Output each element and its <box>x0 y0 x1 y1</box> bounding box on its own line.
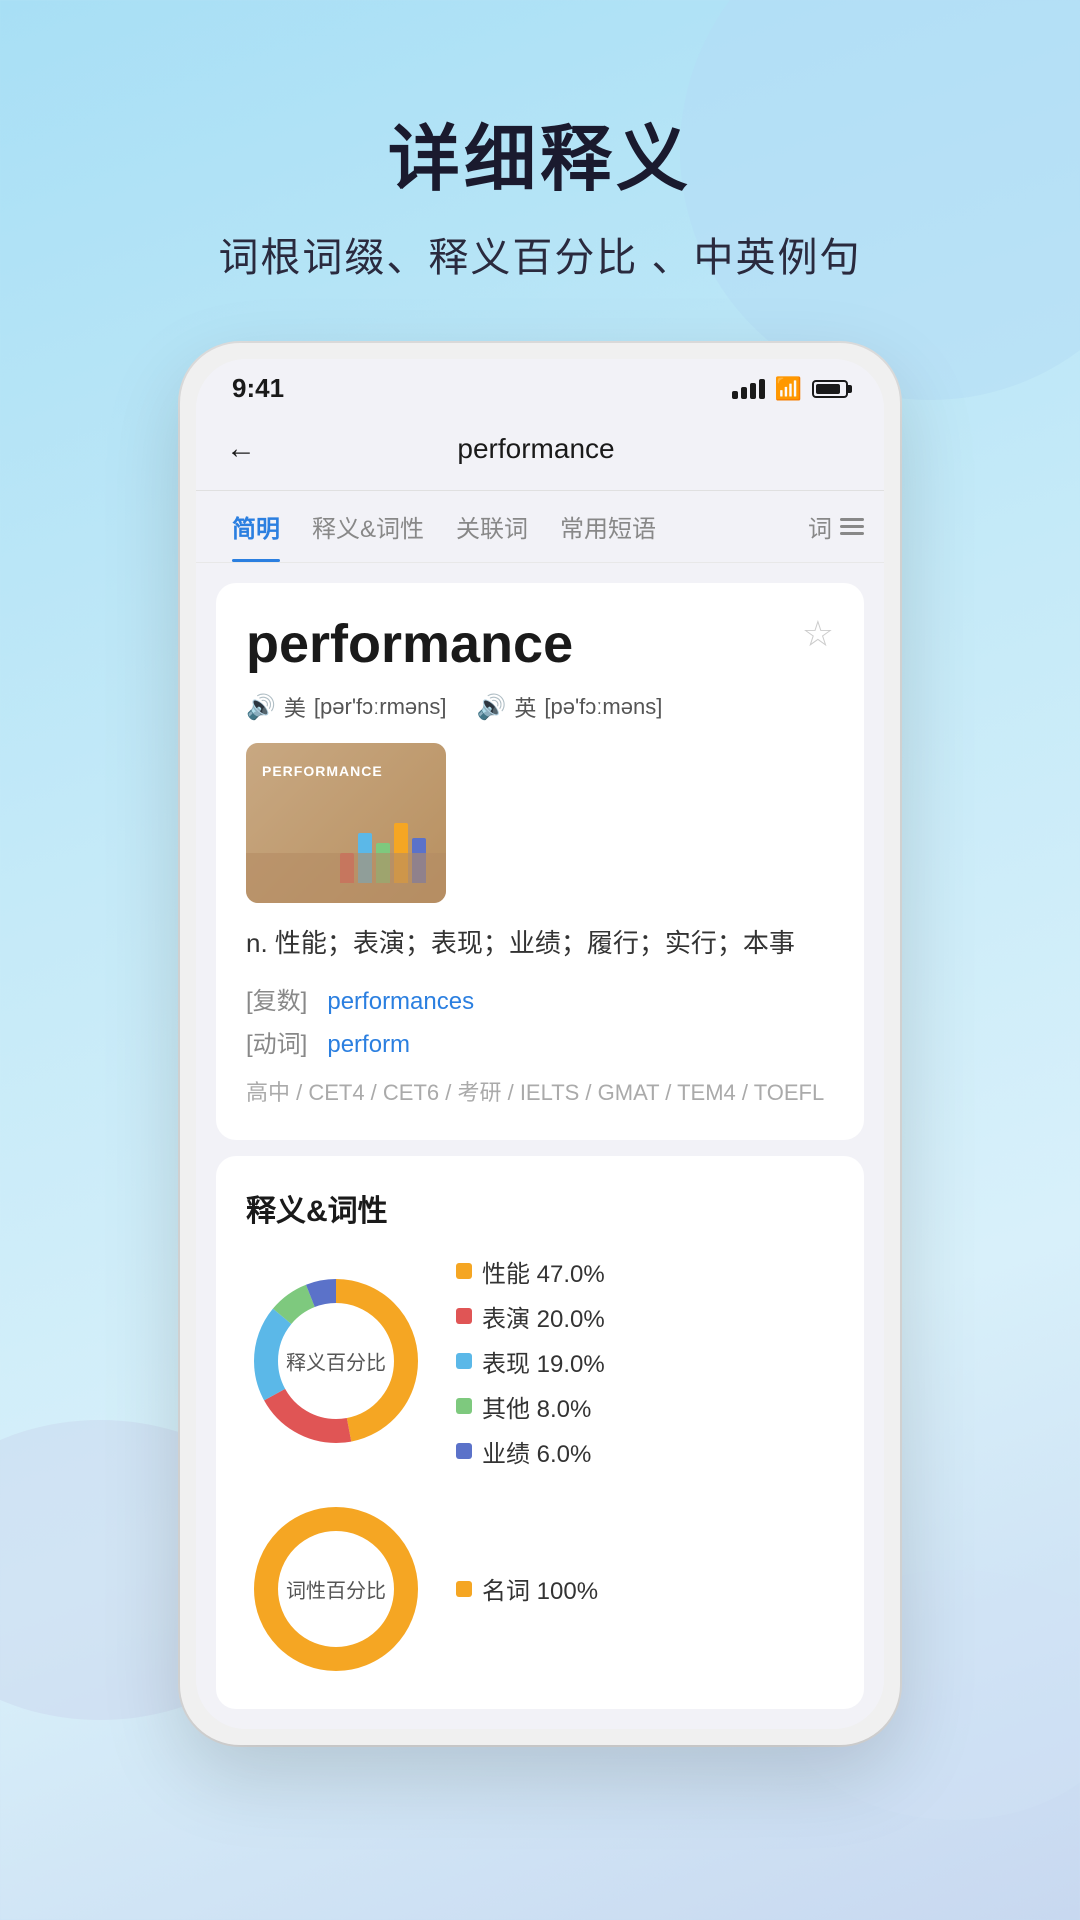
legend-label-3: 其他 8.0% <box>482 1389 591 1424</box>
page-title: 详细释义 <box>0 100 1080 205</box>
verb-link[interactable]: perform <box>327 1031 410 1058</box>
signal-icon <box>732 379 765 399</box>
speaker-us-icon[interactable]: 🔊 <box>246 693 276 722</box>
tab-ci-label: 词 <box>808 509 832 544</box>
hand-shape <box>246 853 446 903</box>
donut-chart-1-section: 释义百分比 性能 47.0% 表演 20.0% <box>246 1254 834 1469</box>
legend-item-3: 其他 8.0% <box>456 1389 605 1424</box>
pronunciation-us-flag: 美 <box>284 691 306 723</box>
legend-dot-3 <box>456 1398 472 1414</box>
nav-title: performance <box>268 433 804 465</box>
tab-yiyi[interactable]: 释义&词性 <box>296 491 440 562</box>
verb-bracket: [动词] <box>246 1031 307 1058</box>
phone-mockup: 9:41 📶 ← performance <box>180 343 900 1745</box>
phone-container: 9:41 📶 ← performance <box>0 343 1080 1745</box>
word-forms: [复数] performances [动词] perform <box>246 981 834 1059</box>
plural-link[interactable]: performances <box>327 988 474 1015</box>
word-title: performance <box>246 613 573 675</box>
legend-item-4: 业绩 6.0% <box>456 1434 605 1469</box>
nav-bar: ← performance <box>196 412 884 491</box>
content-area: performance ☆ 🔊 美 [pər'fɔːrməns] 🔊 英 [pə <box>196 563 884 1729</box>
definition-section-title: 释义&词性 <box>246 1186 834 1230</box>
definition-card: 释义&词性 <box>216 1156 864 1709</box>
wifi-icon: 📶 <box>775 376 802 402</box>
pronunciation-uk: 🔊 英 [pə'fɔːməns] <box>476 691 662 723</box>
speaker-uk-icon[interactable]: 🔊 <box>476 693 506 722</box>
legend-label-noun: 名词 100% <box>482 1571 598 1606</box>
tab-more[interactable]: 词 <box>808 509 864 544</box>
legend-label-2: 表现 19.0% <box>482 1344 605 1379</box>
word-definition: n. 性能；表演；表现；业绩；履行；实行；本事 <box>246 923 834 965</box>
donut-chart-2: 词性百分比 <box>246 1499 426 1679</box>
status-time: 9:41 <box>232 373 284 404</box>
legend-label-1: 表演 20.0% <box>482 1299 605 1334</box>
tab-changyong[interactable]: 常用短语 <box>544 491 672 562</box>
exam-tags: 高中 / CET4 / CET6 / 考研 / IELTS / GMAT / T… <box>246 1075 834 1110</box>
legend-item-2: 表现 19.0% <box>456 1344 605 1379</box>
page-header: 详细释义 词根词缀、释义百分比 、中英例句 <box>0 0 1080 343</box>
word-image-placeholder: PERFORMANCE <box>246 743 446 903</box>
legend-label-0: 性能 47.0% <box>482 1254 605 1289</box>
legend-dot-4 <box>456 1443 472 1459</box>
image-label: PERFORMANCE <box>262 763 383 779</box>
donut-chart-2-section: 词性百分比 名词 100% <box>246 1499 834 1679</box>
donut-chart-1: 释义百分比 <box>246 1271 426 1451</box>
donut-1-label: 释义百分比 <box>286 1347 386 1376</box>
donut-2-label: 词性百分比 <box>286 1574 386 1603</box>
tab-jianjian[interactable]: 简明 <box>216 491 296 562</box>
legend-label-4: 业绩 6.0% <box>482 1434 591 1469</box>
pronunciation-uk-flag: 英 <box>514 691 536 723</box>
legend-dot-noun <box>456 1581 472 1597</box>
word-form-plural: [复数] performances <box>246 981 834 1016</box>
legend-dot-2 <box>456 1353 472 1369</box>
legend-item-1: 表演 20.0% <box>456 1299 605 1334</box>
donut-1-legend: 性能 47.0% 表演 20.0% 表现 19.0% <box>456 1254 605 1469</box>
status-bar: 9:41 📶 <box>196 359 884 412</box>
bookmark-icon[interactable]: ☆ <box>802 613 834 655</box>
phone-screen: 9:41 📶 ← performance <box>196 359 884 1729</box>
battery-icon <box>812 380 848 398</box>
hamburger-icon <box>840 518 864 535</box>
pronunciation-us: 🔊 美 [pər'fɔːrməns] <box>246 691 446 723</box>
legend-item-0: 性能 47.0% <box>456 1254 605 1289</box>
pronunciation-us-phonetic: [pər'fɔːrməns] <box>314 694 447 720</box>
tabs-bar: 简明 释义&词性 关联词 常用短语 词 <box>196 491 884 563</box>
page-subtitle: 词根词缀、释义百分比 、中英例句 <box>0 225 1080 283</box>
pronunciation-uk-phonetic: [pə'fɔːməns] <box>544 694 662 720</box>
back-button[interactable]: ← <box>226 428 268 470</box>
legend-item-noun: 名词 100% <box>456 1571 598 1606</box>
word-form-verb: [动词] perform <box>246 1024 834 1059</box>
tab-guanlian[interactable]: 关联词 <box>440 491 544 562</box>
legend-dot-0 <box>456 1263 472 1279</box>
word-header: performance ☆ <box>246 613 834 675</box>
word-image: PERFORMANCE <box>246 743 446 903</box>
status-icons: 📶 <box>732 376 848 402</box>
word-card: performance ☆ 🔊 美 [pər'fɔːrməns] 🔊 英 [pə <box>216 583 864 1140</box>
pronunciations: 🔊 美 [pər'fɔːrməns] 🔊 英 [pə'fɔːməns] <box>246 691 834 723</box>
legend-dot-1 <box>456 1308 472 1324</box>
donut-2-legend: 名词 100% <box>456 1571 598 1606</box>
plural-bracket: [复数] <box>246 988 307 1015</box>
